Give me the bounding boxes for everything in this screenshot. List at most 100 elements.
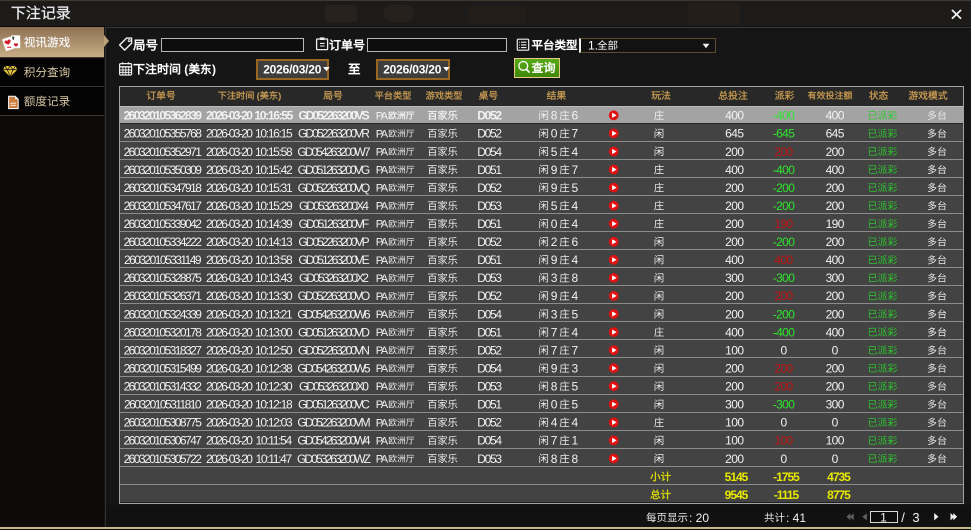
- svg-text:645: 645: [725, 127, 744, 141]
- svg-text:200: 200: [725, 199, 744, 213]
- svg-text:0: 0: [832, 343, 839, 357]
- svg-text:GD052263200VR: GD052263200VR: [298, 127, 370, 141]
- svg-text:2026-03-20: 2026-03-20: [206, 289, 253, 303]
- svg-text:300: 300: [826, 271, 845, 285]
- svg-text:2026-03-20: 2026-03-20: [206, 416, 253, 430]
- svg-text:7: 7: [551, 434, 558, 448]
- svg-text:10:15:31: 10:15:31: [255, 181, 293, 195]
- svg-text:400: 400: [826, 325, 845, 339]
- svg-text:): ): [278, 91, 281, 102]
- svg-text:2026-03-20: 2026-03-20: [206, 434, 253, 448]
- svg-text:2: 2: [551, 235, 558, 249]
- svg-text:190: 190: [774, 217, 793, 231]
- svg-text:100: 100: [725, 343, 744, 357]
- svg-text:PA: PA: [376, 417, 389, 429]
- svg-text:D054: D054: [477, 307, 502, 321]
- svg-text:10:11:47: 10:11:47: [255, 452, 292, 466]
- svg-text:0: 0: [780, 343, 787, 357]
- svg-text:-300: -300: [773, 271, 796, 285]
- svg-text:200: 200: [826, 235, 845, 249]
- svg-text:2026-03-20: 2026-03-20: [206, 452, 253, 466]
- svg-text:PA: PA: [376, 399, 389, 411]
- svg-text:400: 400: [826, 109, 845, 123]
- svg-text:400: 400: [725, 253, 744, 267]
- svg-text:400: 400: [826, 253, 845, 267]
- svg-text:7: 7: [572, 343, 579, 357]
- svg-text:4: 4: [572, 416, 579, 430]
- svg-text:D051: D051: [477, 325, 502, 339]
- svg-text:4: 4: [572, 217, 579, 231]
- svg-text:D054: D054: [477, 145, 502, 159]
- svg-text:400: 400: [725, 163, 744, 177]
- svg-text:260320105311810: 260320105311810: [124, 398, 202, 412]
- svg-text:10:15:42: 10:15:42: [255, 163, 293, 177]
- svg-text:D053: D053: [477, 380, 502, 394]
- svg-text:200: 200: [826, 362, 845, 376]
- svg-text:3: 3: [572, 362, 579, 376]
- svg-text:9: 9: [551, 181, 558, 195]
- svg-text:4735: 4735: [827, 470, 851, 484]
- svg-text:-400: -400: [773, 163, 796, 177]
- svg-text:GD053263200WZ: GD053263200WZ: [297, 452, 371, 466]
- svg-text:2026-03-20: 2026-03-20: [206, 181, 253, 195]
- svg-text:4: 4: [572, 145, 579, 159]
- svg-text:9: 9: [551, 163, 558, 177]
- svg-text:10:11:54: 10:11:54: [255, 434, 292, 448]
- svg-text:200: 200: [774, 289, 793, 303]
- svg-text:D051: D051: [477, 398, 502, 412]
- svg-text:D051: D051: [477, 253, 502, 267]
- svg-text:GD052263200VO: GD052263200VO: [298, 289, 370, 303]
- svg-text:260320105350309: 260320105350309: [124, 163, 203, 177]
- svg-text:PA: PA: [376, 327, 389, 339]
- svg-text:10:16:55: 10:16:55: [254, 109, 293, 123]
- svg-text:2026-03-20: 2026-03-20: [206, 362, 253, 376]
- svg-text:10:13:21: 10:13:21: [255, 307, 293, 321]
- svg-text:260320105305722: 260320105305722: [124, 452, 203, 466]
- svg-text:200: 200: [725, 452, 744, 466]
- svg-text:2026/03/20: 2026/03/20: [263, 63, 322, 77]
- svg-text:400: 400: [774, 253, 793, 267]
- svg-text:): ): [212, 63, 216, 77]
- svg-text:200: 200: [725, 217, 744, 231]
- svg-text:9545: 9545: [725, 488, 749, 502]
- svg-text:260320105315499: 260320105315499: [124, 362, 203, 376]
- svg-text:645: 645: [826, 127, 845, 141]
- svg-text:2026-03-20: 2026-03-20: [206, 343, 253, 357]
- svg-text:260320105352971: 260320105352971: [124, 145, 203, 159]
- svg-text:GD054263200W6: GD054263200W6: [297, 307, 371, 321]
- svg-text:9: 9: [551, 253, 558, 267]
- svg-text:10:12:18: 10:12:18: [255, 398, 293, 412]
- svg-text:7: 7: [572, 127, 579, 141]
- svg-text:8: 8: [572, 452, 579, 466]
- svg-text:GD054263200W7: GD054263200W7: [297, 145, 371, 159]
- svg-text:(: (: [184, 63, 188, 77]
- svg-text:-200: -200: [773, 307, 796, 321]
- svg-text:190: 190: [826, 217, 845, 231]
- svg-text:10:13:30: 10:13:30: [255, 289, 293, 303]
- svg-text:4: 4: [572, 253, 579, 267]
- svg-text:GD053263200X0: GD053263200X0: [299, 380, 369, 394]
- svg-text:8: 8: [551, 452, 558, 466]
- svg-text:4: 4: [572, 199, 579, 213]
- svg-text:8775: 8775: [827, 488, 851, 502]
- svg-text:GD051263200VD: GD051263200VD: [298, 325, 370, 339]
- svg-text:-400: -400: [773, 325, 796, 339]
- svg-text:7: 7: [572, 163, 579, 177]
- svg-text:0: 0: [780, 416, 787, 430]
- svg-text:200: 200: [826, 181, 845, 195]
- svg-text:2026-03-20: 2026-03-20: [206, 398, 253, 412]
- svg-text:10:13:43: 10:13:43: [255, 271, 293, 285]
- svg-text:2026-03-20: 2026-03-20: [206, 253, 253, 267]
- svg-text:10:12:30: 10:12:30: [255, 380, 293, 394]
- svg-text:D052: D052: [477, 235, 502, 249]
- svg-text:GD051263200VG: GD051263200VG: [298, 163, 370, 177]
- svg-text:GD052263200VP: GD052263200VP: [298, 235, 369, 249]
- svg-text:4: 4: [572, 325, 579, 339]
- svg-text:-200: -200: [773, 181, 796, 195]
- svg-text:260320105334222: 260320105334222: [124, 235, 203, 249]
- svg-text:200: 200: [774, 145, 793, 159]
- svg-text:200: 200: [725, 145, 744, 159]
- svg-text:PA: PA: [376, 237, 389, 249]
- svg-text:200: 200: [826, 145, 845, 159]
- svg-text:2026-03-20: 2026-03-20: [206, 307, 253, 321]
